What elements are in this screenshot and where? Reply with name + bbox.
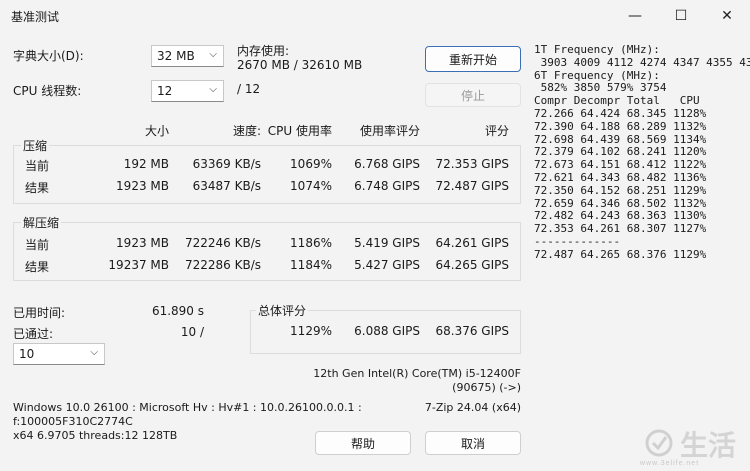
minimize-button[interactable]: —: [612, 0, 658, 32]
cpu-threads-total: / 12: [237, 82, 261, 96]
cpu-threads-label: CPU 线程数:: [13, 84, 82, 98]
compress-group: [13, 145, 521, 204]
passed-label: 已通过:: [13, 327, 54, 341]
log-line: -------------: [534, 234, 621, 248]
decompress-current-cpu: 1186%: [290, 236, 332, 250]
total-usage-rating: 6.088 GIPS: [354, 324, 420, 338]
restart-button[interactable]: 重新开始: [425, 46, 521, 72]
decompress-group: [13, 222, 521, 281]
decompress-result-size: 19237 MB: [108, 258, 169, 272]
cpu-name: 12th Gen Intel(R) Core(TM) i5-12400F: [313, 367, 521, 380]
header-cpu-usage: CPU 使用率: [267, 124, 332, 138]
memory-value: 2670 MB / 32610 MB: [237, 58, 363, 72]
cpu-threads-select[interactable]: 12 ⌵: [151, 80, 224, 102]
compress-current-usage-rating: 6.768 GIPS: [354, 157, 420, 171]
total-rating: 68.376 GIPS: [435, 324, 510, 338]
decompress-result-speed: 722286 KB/s: [184, 258, 261, 272]
header-rating: 评分: [484, 124, 509, 138]
help-button[interactable]: 帮助: [315, 431, 411, 455]
compress-current-label: 当前: [25, 159, 50, 173]
decompress-result-usage-rating: 5.427 GIPS: [354, 258, 420, 272]
passes-select[interactable]: 10 ⌵: [13, 343, 105, 365]
maximize-button[interactable]: ☐: [658, 0, 704, 32]
cancel-button[interactable]: 取消: [425, 431, 521, 455]
log-line: 72.390 64.188 68.289 1132%: [534, 119, 707, 133]
decompress-current-speed: 722246 KB/s: [184, 236, 261, 250]
compress-result-speed: 63487 KB/s: [192, 179, 261, 193]
compress-current-speed: 63369 KB/s: [192, 157, 261, 171]
total-rating-title: 总体评分: [256, 302, 309, 319]
results-log: 1T Frequency (MHz): 3903 4009 4112 4274 …: [534, 43, 750, 262]
elapsed-value: 61.890 s: [151, 304, 204, 318]
decompress-current-usage-rating: 5.419 GIPS: [354, 236, 420, 250]
header-size: 大小: [144, 124, 169, 138]
decompress-result-rating: 64.265 GIPS: [435, 258, 510, 272]
chevron-down-icon: ⌵: [90, 347, 98, 358]
compress-current-size: 192 MB: [123, 157, 169, 171]
decompress-result-label: 结果: [25, 260, 50, 274]
dict-size-label: 字典大小(D):: [13, 49, 84, 63]
log-line: 72.621 64.343 68.482 1136%: [534, 170, 707, 184]
compress-group-title: 压缩: [21, 137, 50, 154]
cpu-id: (90675) (->): [452, 381, 521, 394]
log-line: 72.266 64.424 68.345 1128%: [534, 106, 707, 120]
sys-info-line3: x64 6.9705 threads:12 128TB: [13, 429, 178, 442]
sys-info-line2: f:100005F310C2774C: [13, 415, 133, 428]
log-line: 72.350 64.152 68.251 1129%: [534, 183, 707, 197]
stop-button[interactable]: 停止: [425, 83, 521, 107]
decompress-current-size: 1923 MB: [116, 236, 169, 250]
log-line: 3903 4009 4112 4274 4347 4355 4348: [534, 55, 750, 69]
watermark-text: 生活: [680, 429, 737, 462]
decompress-group-title: 解压缩: [21, 214, 62, 231]
compress-result-cpu: 1074%: [290, 179, 332, 193]
chevron-down-icon: ⌵: [209, 84, 217, 95]
elapsed-label: 已用时间:: [13, 306, 66, 320]
compress-result-rating: 72.487 GIPS: [435, 179, 510, 193]
watermark-url: www.3elife.net: [640, 460, 700, 467]
header-speed: 速度:: [232, 124, 261, 138]
compress-result-label: 结果: [25, 181, 50, 195]
compress-result-usage-rating: 6.748 GIPS: [354, 179, 420, 193]
compress-result-size: 1923 MB: [116, 179, 169, 193]
watermark-logo-icon: [645, 429, 673, 457]
passes-select-value: 10: [19, 347, 35, 361]
dict-size-value: 32 MB: [157, 49, 195, 63]
chevron-down-icon: ⌵: [209, 49, 217, 60]
decompress-result-cpu: 1184%: [290, 258, 332, 272]
memory-label: 内存使用:: [237, 44, 290, 58]
site-watermark: 生活 www.3elife.net: [640, 424, 746, 470]
close-button[interactable]: ✕: [704, 0, 750, 32]
dict-size-select[interactable]: 32 MB ⌵: [151, 45, 224, 67]
total-cpu: 1129%: [290, 324, 332, 338]
passed-value: 10 /: [180, 325, 204, 339]
decompress-current-label: 当前: [25, 238, 50, 252]
log-line: 72.487 64.265 68.376 1129%: [534, 247, 707, 261]
header-usage-rating: 使用率评分: [359, 124, 420, 138]
window-title: 基准测试: [11, 10, 60, 24]
compress-current-cpu: 1069%: [290, 157, 332, 171]
compress-current-rating: 72.353 GIPS: [435, 157, 510, 171]
sys-info-line1: Windows 10.0 26100 : Microsoft Hv : Hv#1…: [13, 401, 362, 414]
decompress-current-rating: 64.261 GIPS: [435, 236, 510, 250]
version-info: 7-Zip 24.04 (x64): [424, 401, 521, 414]
log-line: 1T Frequency (MHz):: [534, 43, 660, 56]
cpu-threads-value: 12: [157, 84, 173, 98]
